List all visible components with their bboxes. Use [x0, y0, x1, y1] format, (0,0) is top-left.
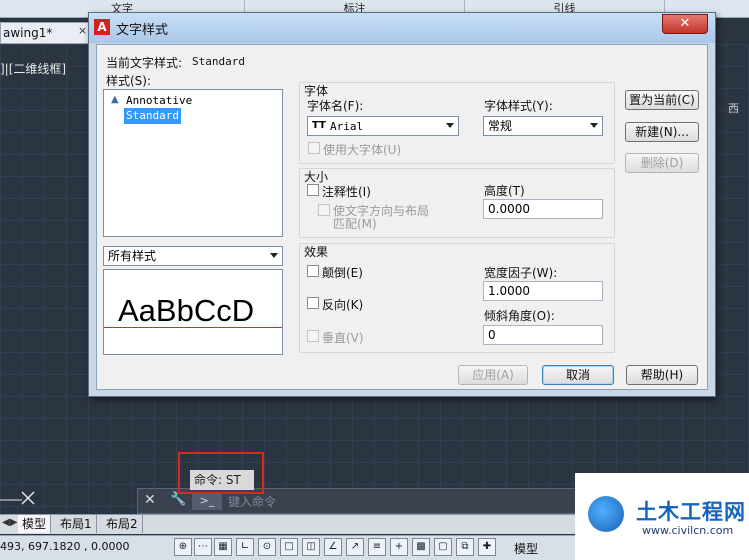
match-orientation-checkbox[interactable] — [318, 204, 330, 216]
font-style-value: 常规 — [488, 119, 513, 133]
command-input[interactable]: 键入命令 — [228, 493, 276, 510]
dialog-title: 文字样式 — [116, 23, 169, 38]
viewport-label[interactable]: ]|[二维线框] — [0, 60, 66, 77]
snap-icon[interactable]: ⊕ — [174, 538, 192, 556]
3d-osnap-icon[interactable]: ⧉ — [456, 538, 474, 556]
delete-style-button[interactable]: 删除(D) — [625, 153, 699, 173]
otrack-icon[interactable]: ◫ — [302, 538, 320, 556]
height-label: 高度(T) — [484, 184, 525, 198]
font-name-select[interactable]: TT Arial — [307, 116, 459, 136]
match-orientation-label-line2: 匹配(M) — [333, 217, 377, 231]
backwards-checkbox[interactable] — [307, 297, 319, 309]
chevron-down-icon — [270, 253, 278, 258]
dialog-titlebar[interactable] — [89, 13, 715, 43]
effects-group-title: 效果 — [304, 245, 329, 259]
style-filter-select[interactable]: 所有样式 — [103, 246, 283, 266]
wrench-icon[interactable]: 🔧 — [170, 492, 186, 507]
new-style-button[interactable]: 新建(N)... — [625, 122, 699, 142]
backwards-label: 反向(K) — [322, 298, 364, 312]
highlight-box — [178, 452, 264, 494]
help-button[interactable]: 帮助(H) — [626, 365, 698, 385]
lineweight-icon[interactable]: ≡ — [368, 538, 386, 556]
logo-name: 土木工程网 — [636, 500, 746, 524]
annotative-checkbox[interactable] — [307, 184, 319, 196]
upside-down-checkbox[interactable] — [307, 265, 319, 277]
style-item-standard[interactable]: Standard — [124, 108, 181, 124]
cancel-button[interactable]: 取消 — [542, 365, 614, 385]
osnap-icon[interactable]: □ — [280, 538, 298, 556]
current-style-value: Standard — [192, 55, 245, 68]
font-style-label: 字体样式(Y): — [484, 99, 553, 113]
grid-snap-icon[interactable]: ⋯ — [194, 538, 212, 556]
coordinate-readout: 493, 697.1820 , 0.0000 — [0, 540, 130, 553]
selection-cycling-icon[interactable]: ▢ — [434, 538, 452, 556]
logo-globe-icon — [588, 496, 624, 532]
set-current-button[interactable]: 置为当前(C) — [625, 90, 699, 110]
upside-down-label: 颠倒(E) — [322, 266, 363, 280]
command-close-icon[interactable]: ✕ — [144, 492, 156, 508]
height-input[interactable]: 0.0000 — [483, 199, 603, 219]
vertical-checkbox[interactable] — [307, 330, 319, 342]
chevron-down-icon — [446, 123, 454, 128]
annotative-icon: ▲ — [111, 94, 119, 105]
chevron-down-icon — [590, 123, 598, 128]
close-button[interactable]: ✕ — [662, 14, 708, 34]
logo-url: www.civilcn.com — [642, 524, 734, 537]
styles-label: 样式(S): — [106, 74, 152, 88]
transparency-icon[interactable]: ▩ — [412, 538, 430, 556]
annotative-label: 注释性(I) — [322, 185, 371, 199]
ortho-icon[interactable]: ∟ — [236, 538, 254, 556]
width-factor-label: 宽度因子(W): — [484, 266, 558, 280]
grid-icon[interactable]: ▦ — [214, 538, 232, 556]
tab-layout1[interactable]: 布局1 — [56, 515, 97, 533]
polar-icon[interactable]: ⊙ — [258, 538, 276, 556]
tab-scroll-icon[interactable]: ◀▶ — [2, 517, 17, 528]
style-filter-value: 所有样式 — [108, 249, 157, 263]
font-name-value: Arial — [330, 120, 364, 133]
angle-icon[interactable]: ∠ — [324, 538, 342, 556]
style-item-annotative[interactable]: Annotative — [126, 94, 192, 107]
oblique-input[interactable]: 0 — [483, 325, 603, 345]
viewcube-west-label[interactable]: 西 — [728, 100, 739, 116]
command-prompt-icon[interactable]: >_ — [192, 492, 222, 510]
preview-text: AaBbCcD — [118, 293, 255, 328]
preview-baseline — [104, 327, 282, 328]
document-tab-close-icon[interactable]: × — [78, 24, 87, 37]
apply-button[interactable]: 应用(A) — [458, 365, 528, 385]
autocad-app-icon: A — [94, 19, 110, 35]
ucs-dynamic-icon[interactable]: ✚ — [478, 538, 496, 556]
current-style-label: 当前文字样式: — [106, 56, 183, 70]
truetype-font-icon: TT — [312, 120, 326, 131]
dynamic-input-icon[interactable]: ↗ — [346, 538, 364, 556]
use-bigfont-label: 使用大字体(U) — [323, 143, 402, 157]
model-space-label[interactable]: 模型 — [514, 540, 538, 557]
font-style-select[interactable]: 常规 — [483, 116, 603, 136]
font-name-label: 字体名(F): — [307, 99, 364, 113]
tab-layout2[interactable]: 布局2 — [102, 515, 143, 533]
width-factor-input[interactable]: 1.0000 — [483, 281, 603, 301]
crosshair-icon[interactable]: + — [390, 538, 408, 556]
ucs-axis-icon — [0, 491, 35, 505]
tab-model[interactable]: 模型 — [18, 515, 52, 533]
use-bigfont-checkbox[interactable] — [308, 142, 320, 154]
oblique-label: 倾斜角度(O): — [484, 309, 555, 323]
vertical-label: 垂直(V) — [322, 331, 364, 345]
